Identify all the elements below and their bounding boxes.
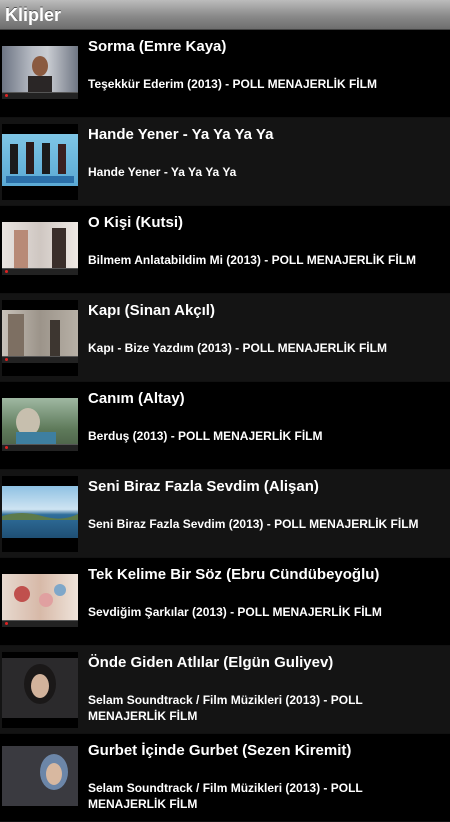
- clip-title: Seni Biraz Fazla Sevdim (Alişan): [88, 478, 319, 495]
- clip-title: Hande Yener - Ya Ya Ya Ya: [88, 126, 274, 143]
- clip-title: O Kişi (Kutsi): [88, 214, 184, 231]
- clip-title: Önde Giden Atlılar (Elgün Guliyev): [88, 654, 334, 671]
- video-thumbnail: [2, 300, 78, 376]
- list-item[interactable]: Önde Giden Atlılar (Elgün Guliyev) Selam…: [0, 646, 450, 734]
- clip-subtitle: Sevdiğim Şarkılar (2013) - POLL MENAJERL…: [88, 605, 382, 619]
- list-item[interactable]: O Kişi (Kutsi) Bilmem Anlatabildim Mi (2…: [0, 206, 450, 294]
- clip-subtitle: Bilmem Anlatabildim Mi (2013) - POLL MEN…: [88, 253, 417, 267]
- list-item[interactable]: Canım (Altay) Berduş (2013) - POLL MENAJ…: [0, 382, 450, 470]
- clip-title: Gurbet İçinde Gurbet (Sezen Kiremit): [88, 742, 352, 759]
- list-item[interactable]: Hande Yener - Ya Ya Ya Ya Hande Yener - …: [0, 118, 450, 206]
- video-thumbnail: [2, 740, 78, 816]
- list-item[interactable]: Sorma (Emre Kaya) Teşekkür Ederim (2013)…: [0, 30, 450, 118]
- clip-subtitle: Selam Soundtrack / Film Müzikleri (2013)…: [88, 781, 363, 811]
- video-thumbnail: [2, 124, 78, 200]
- video-thumbnail: [2, 652, 78, 728]
- page-title: Klipler: [5, 5, 62, 25]
- clip-subtitle: Teşekkür Ederim (2013) - POLL MENAJERLİK…: [88, 77, 377, 91]
- clip-title: Kapı (Sinan Akçıl): [88, 302, 215, 319]
- clip-title: Canım (Altay): [88, 390, 185, 407]
- list-item[interactable]: Seni Biraz Fazla Sevdim (Alişan) Seni Bi…: [0, 470, 450, 558]
- list-item[interactable]: Kapı (Sinan Akçıl) Kapı - Bize Yazdım (2…: [0, 294, 450, 382]
- clip-subtitle: Selam Soundtrack / Film Müzikleri (2013)…: [88, 693, 363, 723]
- clip-title: Tek Kelime Bir Söz (Ebru Cündübeyoğlu): [88, 566, 380, 583]
- clip-subtitle: Seni Biraz Fazla Sevdim (2013) - POLL ME…: [88, 517, 419, 531]
- video-thumbnail: [2, 36, 78, 112]
- video-thumbnail: [2, 476, 78, 552]
- clip-subtitle: Berduş (2013) - POLL MENAJERLİK FİLM: [88, 429, 323, 443]
- clip-list[interactable]: Sorma (Emre Kaya) Teşekkür Ederim (2013)…: [0, 30, 450, 822]
- video-thumbnail: [2, 564, 78, 640]
- list-item[interactable]: Gurbet İçinde Gurbet (Sezen Kiremit) Sel…: [0, 734, 450, 822]
- clip-title: Sorma (Emre Kaya): [88, 38, 227, 55]
- clip-subtitle: Kapı - Bize Yazdım (2013) - POLL MENAJER…: [88, 341, 387, 355]
- app-title-bar: Klipler: [0, 0, 450, 30]
- video-thumbnail: [2, 388, 78, 464]
- list-item[interactable]: Tek Kelime Bir Söz (Ebru Cündübeyoğlu) S…: [0, 558, 450, 646]
- video-thumbnail: [2, 212, 78, 288]
- clip-subtitle: Hande Yener - Ya Ya Ya Ya: [88, 165, 237, 179]
